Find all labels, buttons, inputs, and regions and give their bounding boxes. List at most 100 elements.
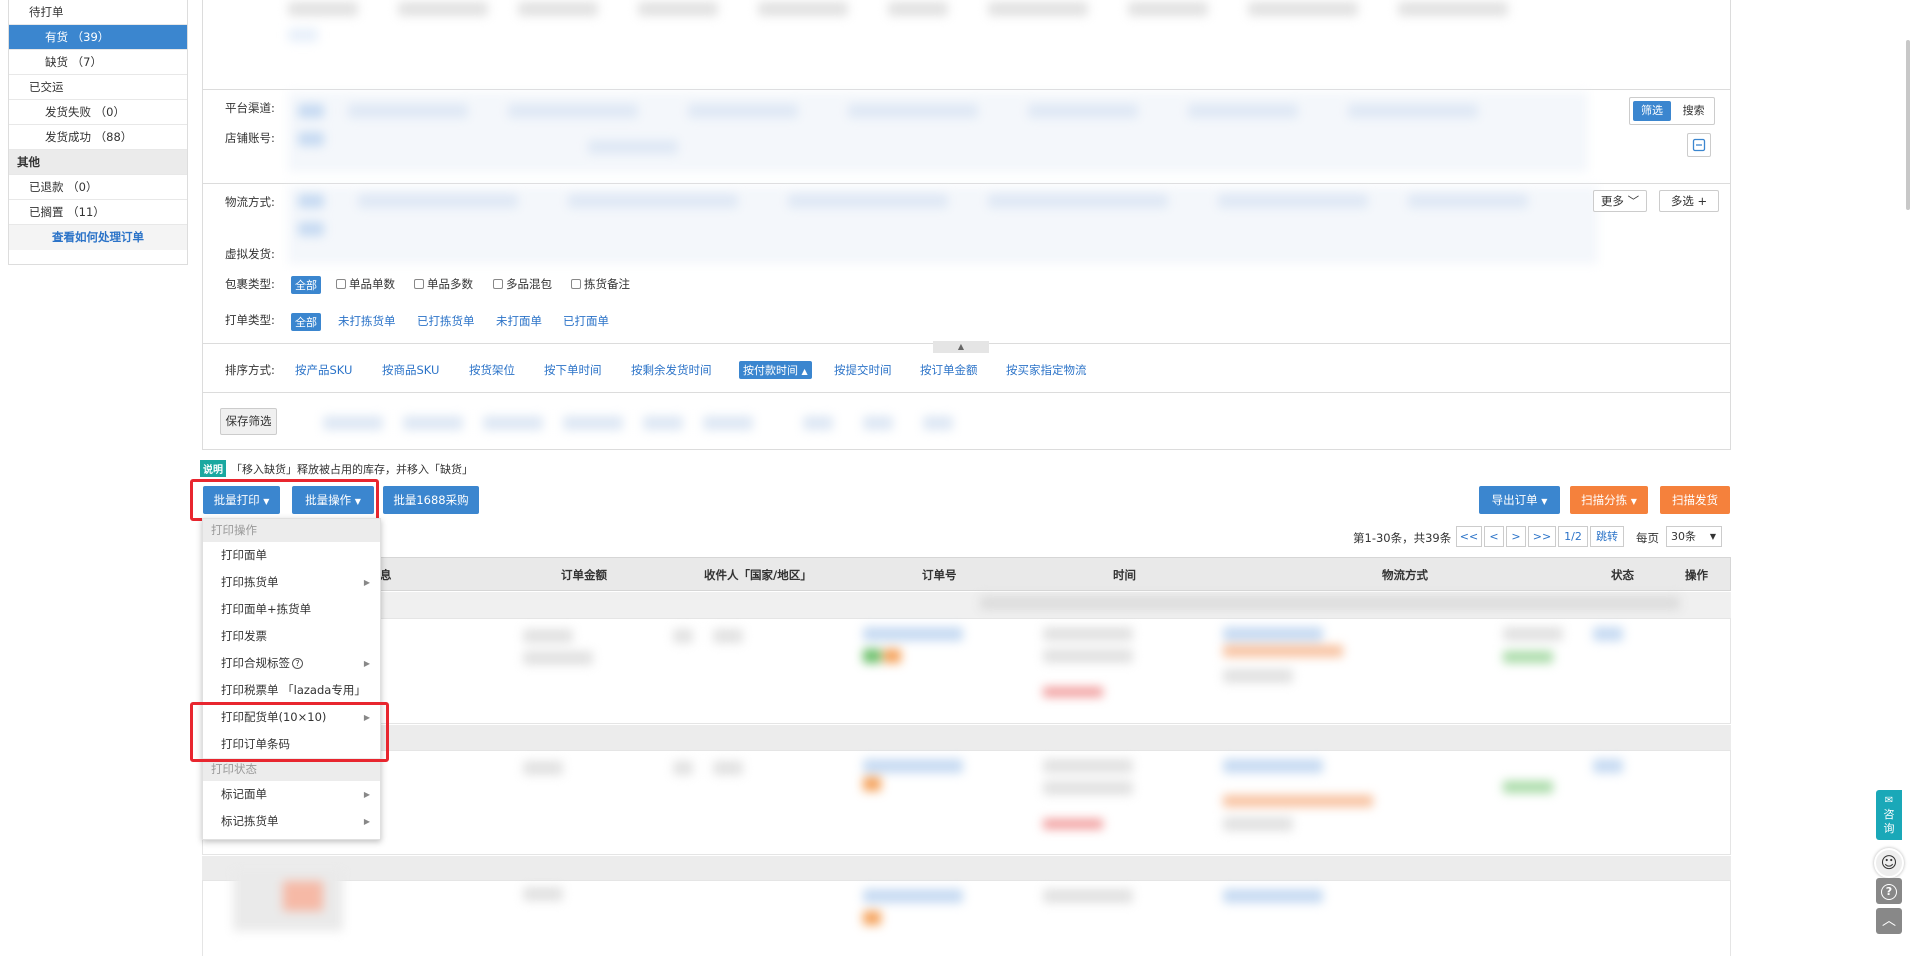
- package-type-all[interactable]: 全部: [291, 276, 321, 294]
- last-page-button[interactable]: >>: [1528, 526, 1556, 547]
- print-type-printed-pick[interactable]: 已打拣货单: [417, 313, 475, 329]
- checkbox[interactable]: [414, 279, 424, 289]
- shop-label: 店铺账号:: [225, 131, 275, 145]
- notice-text: 「移入缺货」释放被占用的库存，并移入「缺货」: [231, 462, 473, 476]
- package-option-single-multi[interactable]: 单品多数: [414, 276, 473, 292]
- checkbox[interactable]: [336, 279, 346, 289]
- more-button[interactable]: 更多 ﹀: [1593, 190, 1647, 212]
- sidebar-item-refunded[interactable]: 已退款 （0）: [9, 175, 187, 200]
- sidebar-item-shipped[interactable]: 已交运: [9, 75, 187, 100]
- search-mode-button[interactable]: 搜索: [1675, 101, 1713, 121]
- menu-mark-shipping-label[interactable]: 标记面单 ▶: [203, 781, 380, 808]
- chat-icon: ✉: [1884, 795, 1894, 806]
- sidebar-group-other: 其他: [9, 150, 187, 175]
- help-circle-icon[interactable]: ?: [292, 658, 303, 669]
- help-question-icon[interactable]: ?: [1876, 878, 1902, 904]
- sort-by-order-time[interactable]: 按下单时间: [544, 362, 602, 378]
- sidebar-item-ship-failed[interactable]: 发货失败 （0）: [9, 100, 187, 125]
- sidebar-item-on-hold[interactable]: 已搁置 （11）: [9, 200, 187, 225]
- notice-bar: 说明 「移入缺货」释放被占用的库存，并移入「缺货」: [200, 460, 473, 477]
- per-page-label: 每页: [1636, 531, 1659, 545]
- table-row[interactable]: [202, 871, 1731, 956]
- save-filter-button[interactable]: 保存筛选: [220, 408, 277, 435]
- print-type-unprinted-pick[interactable]: 未打拣货单: [338, 313, 396, 329]
- sort-by-payment-time[interactable]: 按付款时间 ▲: [739, 361, 812, 379]
- help-link-how-to-process[interactable]: 查看如何处理订单: [9, 225, 187, 250]
- menu-print-tax-invoice-lazada[interactable]: 打印税票单 「lazada专用」: [203, 677, 380, 704]
- col-amount: 订单金额: [561, 568, 607, 582]
- page-scrollbar[interactable]: [1906, 40, 1910, 210]
- menu-print-pick-list[interactable]: 打印拣货单 ▶: [203, 569, 380, 596]
- print-type-unprinted-label[interactable]: 未打面单: [496, 313, 542, 329]
- virtual-ship-label: 虚拟发货:: [225, 247, 275, 261]
- print-type-printed-label[interactable]: 已打面单: [563, 313, 609, 329]
- next-page-button[interactable]: >: [1506, 526, 1526, 547]
- col-order-no: 订单号: [922, 568, 957, 582]
- checkbox[interactable]: [571, 279, 581, 289]
- logistics-label: 物流方式:: [225, 195, 275, 209]
- chevron-down-icon: ▼: [1541, 497, 1548, 506]
- support-avatar-icon[interactable]: ☺: [1874, 848, 1904, 878]
- menu-print-shipping-label[interactable]: 打印面单: [203, 542, 380, 569]
- notice-badge: 说明: [200, 460, 226, 477]
- sidebar-item-ship-success[interactable]: 发货成功 （88）: [9, 125, 187, 150]
- menu-print-compliance-label[interactable]: 打印合规标签? ▶: [203, 650, 380, 677]
- pagination-summary: 第1-30条，共39条: [1353, 531, 1452, 545]
- batch-1688-purchase-button[interactable]: 批量1688采购: [383, 486, 479, 514]
- package-option-single-single[interactable]: 单品单数: [336, 276, 395, 292]
- collapse-toggle-icon[interactable]: ▲: [933, 341, 989, 353]
- package-option-mixed[interactable]: 多品混包: [493, 276, 552, 292]
- table-row-header: [202, 725, 1731, 751]
- filter-mode-button[interactable]: 筛选: [1633, 101, 1671, 121]
- print-type-all[interactable]: 全部: [291, 313, 321, 331]
- highlight-box-packing-barcode: [190, 702, 389, 762]
- table-row[interactable]: [202, 618, 1731, 724]
- sort-by-item-sku[interactable]: 按商品SKU: [382, 362, 439, 378]
- submenu-arrow-icon: ▶: [363, 817, 370, 826]
- blurred-row-header-text: [980, 594, 1750, 612]
- first-page-button[interactable]: <<: [1456, 526, 1482, 547]
- sort-by-remaining-time[interactable]: 按剩余发货时间: [631, 362, 712, 378]
- export-orders-button[interactable]: 导出订单 ▼: [1479, 486, 1560, 514]
- blurred-warehouse-tabs: [288, 2, 1528, 62]
- highlight-box-batch-buttons: [190, 479, 379, 521]
- filter-panel: 平台渠道: 店铺账号: 筛选 搜索 物流方式: 更多 ﹀ 多选 + 虚拟发货: …: [202, 0, 1731, 450]
- jump-page-button[interactable]: 跳转: [1590, 526, 1624, 547]
- sort-by-amount[interactable]: 按订单金额: [920, 362, 978, 378]
- table-row[interactable]: [202, 750, 1731, 855]
- consult-chat-button[interactable]: ✉ 咨询: [1876, 790, 1902, 840]
- save-icon[interactable]: [1687, 133, 1711, 157]
- sort-label: 排序方式:: [225, 363, 275, 377]
- submenu-arrow-icon: ▶: [363, 790, 370, 799]
- sidebar-item-in-stock[interactable]: 有货 （39）: [9, 25, 187, 50]
- sort-by-product-sku[interactable]: 按产品SKU: [295, 362, 352, 378]
- filter-search-toggle: 筛选 搜索: [1629, 97, 1715, 125]
- scan-ship-button[interactable]: 扫描发货: [1660, 486, 1730, 514]
- col-recipient: 收件人「国家/地区」: [704, 568, 812, 582]
- package-option-pick-note[interactable]: 拣货备注: [571, 276, 630, 292]
- sidebar-item-pending-print[interactable]: 待打单: [9, 0, 187, 25]
- sort-by-submit-time[interactable]: 按提交时间: [834, 362, 892, 378]
- menu-print-invoice[interactable]: 打印发票: [203, 623, 380, 650]
- sort-by-shelf[interactable]: 按货架位: [469, 362, 515, 378]
- col-info: 息: [380, 568, 392, 582]
- chevron-down-icon: ▼: [1709, 532, 1716, 541]
- print-type-label: 打单类型:: [225, 313, 275, 327]
- scan-sort-button[interactable]: 扫描分拣 ▼: [1570, 486, 1648, 514]
- multi-select-button[interactable]: 多选 +: [1659, 190, 1719, 212]
- batch-print-dropdown: 打印操作 打印面单 打印拣货单 ▶ 打印面单+拣货单 打印发票 打印合规标签? ▶ …: [202, 518, 381, 840]
- prev-page-button[interactable]: <: [1484, 526, 1504, 547]
- back-to-top-icon[interactable]: ︿: [1876, 908, 1902, 934]
- checkbox[interactable]: [493, 279, 503, 289]
- menu-print-label-and-pick[interactable]: 打印面单+拣货单: [203, 596, 380, 623]
- sidebar-item-out-of-stock[interactable]: 缺货 （7）: [9, 50, 187, 75]
- orders-table-header: 息 订单金额 收件人「国家/地区」 订单号 时间 物流方式 状态 操作: [202, 557, 1731, 591]
- per-page-select[interactable]: 30条 ▼: [1666, 526, 1722, 547]
- menu-mark-pick-list[interactable]: 标记拣货单 ▶: [203, 808, 380, 835]
- sort-by-buyer-logistics[interactable]: 按买家指定物流: [1006, 362, 1087, 378]
- submenu-arrow-icon: ▶: [363, 659, 370, 668]
- col-time: 时间: [1113, 568, 1136, 582]
- chevron-down-icon: ▼: [1630, 497, 1637, 506]
- page-indicator[interactable]: 1/2: [1558, 526, 1588, 547]
- col-logistics: 物流方式: [1382, 568, 1428, 582]
